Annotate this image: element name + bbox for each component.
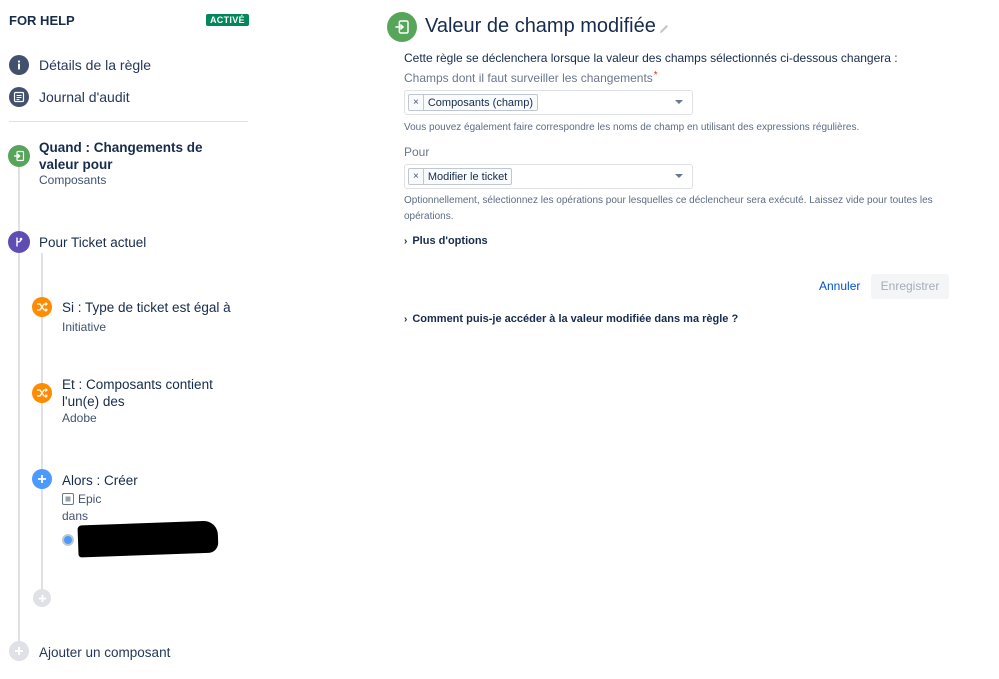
trigger-description: Cette règle se déclenchera lorsque la va… <box>404 51 898 65</box>
chevron-down-icon <box>675 174 683 178</box>
chevron-right-icon: › <box>404 235 408 247</box>
field-chip-label: Composants (champ) <box>427 96 533 109</box>
fields-help-text: Vous pouvez également faire correspondre… <box>404 122 860 133</box>
operation-chip-label: Modifier le ticket <box>427 170 508 183</box>
branch-title[interactable]: Pour Ticket actuel <box>39 234 146 251</box>
nav-audit-log-label: Journal d'audit <box>39 89 130 105</box>
add-component-link[interactable]: Ajouter un composant <box>39 644 170 661</box>
faq-label: Comment puis-je accéder à la valeur modi… <box>412 313 739 325</box>
shuffle-icon[interactable] <box>32 297 52 317</box>
info-icon <box>9 55 29 75</box>
plus-icon[interactable] <box>9 641 29 661</box>
operations-label: Pour <box>404 145 430 159</box>
chevron-right-icon: › <box>404 313 408 325</box>
page-title: Valeur de champ modifiée <box>425 15 656 37</box>
condition2-title[interactable]: Et : Composants contient l'un(e) des <box>62 376 252 410</box>
pencil-icon[interactable] <box>658 22 670 40</box>
status-badge: ACTIVÉ <box>206 14 249 26</box>
trigger-title[interactable]: Quand : Changements de valeur pour <box>39 139 244 173</box>
operations-help-text: Optionnellement, sélectionnez les opérat… <box>404 195 933 222</box>
operations-select[interactable]: × Modifier le ticket <box>404 164 693 189</box>
condition1-subtitle: Initiative <box>62 320 107 334</box>
condition2-subtitle: Adobe <box>62 411 97 425</box>
operation-chip: × Modifier le ticket <box>408 168 513 185</box>
more-options-toggle[interactable]: › Plus d'options <box>404 235 488 247</box>
cancel-button[interactable]: Annuler <box>812 274 867 299</box>
plus-icon[interactable] <box>32 469 52 489</box>
action-in-label: dans <box>62 509 89 523</box>
redacted-project-name <box>77 520 219 558</box>
action-issue-type-label: Epic <box>78 492 102 506</box>
save-button[interactable]: Enregistrer <box>871 274 949 299</box>
remove-chip-icon[interactable]: × <box>409 95 424 110</box>
action-issue-type: Epic <box>62 492 101 506</box>
action-title[interactable]: Alors : Créer <box>62 472 138 489</box>
remove-chip-icon[interactable]: × <box>409 169 424 184</box>
sidebar-divider <box>9 121 248 122</box>
field-chip: × Composants (champ) <box>408 94 538 111</box>
field-changed-icon[interactable] <box>8 145 30 167</box>
chevron-down-icon <box>675 100 683 104</box>
required-mark: * <box>653 70 658 81</box>
condition1-title[interactable]: Si : Type de ticket est égal à <box>62 299 231 316</box>
plus-icon[interactable] <box>33 589 51 607</box>
shuffle-icon[interactable] <box>32 383 52 403</box>
epic-icon <box>62 493 74 505</box>
trigger-subtitle: Composants <box>39 173 107 187</box>
nav-rule-details-label: Détails de la règle <box>39 57 152 73</box>
fields-label: Champs dont il faut surveiller les chang… <box>404 70 658 85</box>
rule-name: FOR HELP <box>9 13 75 28</box>
branch-icon[interactable] <box>8 231 30 253</box>
audit-log-icon <box>9 87 29 107</box>
faq-toggle[interactable]: › Comment puis-je accéder à la valeur mo… <box>404 313 738 325</box>
more-options-label: Plus d'options <box>412 235 488 247</box>
field-changed-icon <box>387 12 417 42</box>
fields-select[interactable]: × Composants (champ) <box>404 90 693 115</box>
nav-audit-log[interactable]: Journal d'audit <box>9 87 130 107</box>
project-avatar <box>62 534 74 546</box>
nav-rule-details[interactable]: Détails de la règle <box>9 55 151 75</box>
